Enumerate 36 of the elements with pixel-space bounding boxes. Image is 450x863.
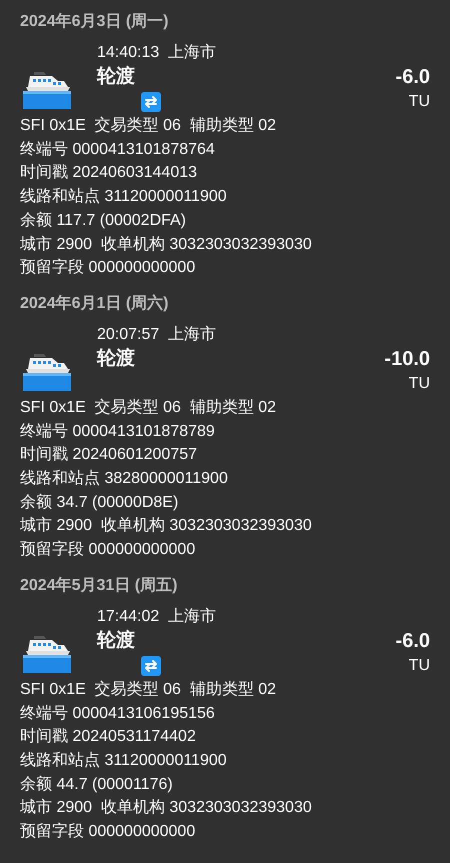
currency-unit: TU xyxy=(408,656,430,676)
detail-line: 城市 2900 收单机构 3032303032393030 xyxy=(20,234,313,255)
date-header: 2024年6月1日 (周六) xyxy=(20,293,170,314)
detail-line: 时间戳 20240531174402 xyxy=(20,726,197,748)
currency-unit: TU xyxy=(408,92,430,112)
detail-line: 预留字段 000000000000 xyxy=(20,258,196,278)
detail-line: 线路和站点 31120000011900 xyxy=(20,186,228,208)
detail-line: 线路和站点 38280000011900 xyxy=(20,468,229,490)
transaction-type: 轮渡 xyxy=(97,628,136,653)
transaction-type: 轮渡 xyxy=(97,64,136,89)
transaction-type: 轮渡 xyxy=(97,346,136,371)
detail-line: 城市 2900 收单机构 3032303032393030 xyxy=(20,798,313,818)
detail-line: 时间戳 20240603144013 xyxy=(20,162,198,184)
amount: -6.0 xyxy=(396,65,430,90)
time-location: 14:40:13 上海市 xyxy=(97,42,218,63)
detail-line: 余额 117.7 (00002DFA) xyxy=(20,210,188,231)
detail-line: 终端号 0000413106195156 xyxy=(20,704,216,724)
detail-line: SFI 0x1E 交易类型 06 辅助类型 02 xyxy=(20,116,278,136)
currency-unit: TU xyxy=(408,374,430,394)
time-location: 20:07:57 上海市 xyxy=(97,324,218,345)
detail-line: 预留字段 000000000000 xyxy=(20,540,196,560)
detail-line: 余额 34.7 (00000D8E) xyxy=(20,492,180,513)
detail-line: 预留字段 000000000000 xyxy=(20,822,196,842)
detail-line: 余额 44.7 (00001176) xyxy=(20,774,174,795)
detail-line: 城市 2900 收单机构 3032303032393030 xyxy=(20,516,313,536)
time-location: 17:44:02 上海市 xyxy=(97,606,218,627)
amount: -10.0 xyxy=(384,346,430,372)
detail-line: 线路和站点 31120000011900 xyxy=(20,750,228,771)
detail-line: SFI 0x1E 交易类型 06 辅助类型 02 xyxy=(20,680,278,700)
date-header: 2024年5月31日 (周五) xyxy=(20,576,178,596)
amount: -6.0 xyxy=(396,628,430,654)
detail-line: SFI 0x1E 交易类型 06 辅助类型 02 xyxy=(20,398,278,418)
detail-line: 终端号 0000413101878789 xyxy=(20,422,216,442)
detail-line: 终端号 0000413101878764 xyxy=(20,140,216,160)
detail-line: 时间戳 20240601200757 xyxy=(20,444,198,466)
date-header: 2024年6月3日 (周一) xyxy=(20,12,170,32)
